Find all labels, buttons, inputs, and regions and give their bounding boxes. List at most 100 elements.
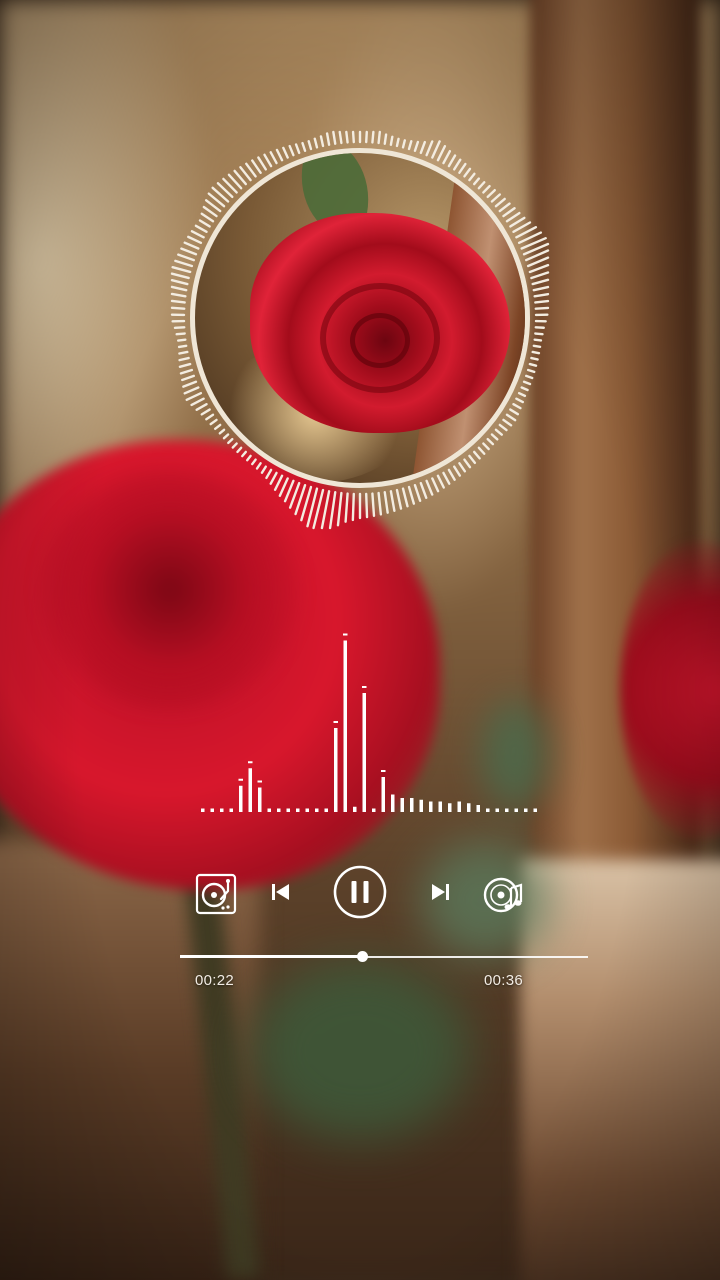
ring-bar [383,491,389,514]
spectrum-bar [467,803,471,812]
spectrum-bar [457,801,461,812]
spectrum-peak [333,721,338,723]
seek-bar[interactable] [180,950,588,964]
ring-bar [176,338,187,342]
ring-bar [389,490,396,512]
skip-next-icon [432,884,449,900]
ring-bar [419,481,428,499]
spectrum-bar [324,808,328,812]
play-pause-button[interactable] [332,864,388,920]
spectrum-bar [239,785,243,812]
music-disc-icon [483,877,523,913]
ring-bar [407,140,413,151]
ring-bar [200,408,211,416]
ring-bar [534,306,550,310]
ring-bar [532,285,550,292]
ring-bar [531,278,550,286]
spectrum-bar [391,794,395,812]
ring-bar [365,130,368,144]
ring-bar [389,135,394,146]
ring-bar [407,485,416,505]
ring-bar [278,477,289,497]
ring-bar [307,140,313,151]
ring-bar [533,292,550,298]
ring-bar [320,490,331,530]
ring-bar [170,272,190,280]
ring-bar [171,266,192,274]
spectrum-peak [362,686,367,688]
ring-bar [345,130,349,144]
spectrum-bar [476,805,480,812]
ring-bar [526,368,536,374]
skip-previous-icon [272,884,289,900]
ring-bar [200,212,215,223]
spectrum-bar [353,806,357,812]
spectrum-bar [362,693,366,812]
ring-bar [187,235,203,245]
turntable-icon [195,873,237,915]
ring-bar [401,139,407,149]
spectrum-bar [429,801,433,812]
spectrum-bar [438,801,442,812]
turntable-button[interactable] [195,873,237,915]
music-disc-button[interactable] [483,874,525,916]
spectrum-bar [210,808,214,812]
ring-bar [528,263,550,274]
spectrum-bar [514,808,518,812]
spectrum-bar [533,808,537,812]
ring-bar [530,271,550,280]
ring-bar [413,483,422,503]
ring-bar [365,492,369,519]
spectrum-bar [448,803,452,812]
ring-bar [251,159,262,174]
ring-bar [371,130,375,144]
ring-bar [202,205,218,218]
ring-bar [351,492,355,522]
ring-bar [371,492,376,518]
ring-bar [419,140,426,155]
ring-bar [425,140,434,157]
ring-bar [319,135,325,148]
ring-bar [194,224,208,233]
ring-bar [170,279,189,286]
ring-bar [178,362,192,369]
previous-button[interactable] [269,880,293,904]
ring-bar [179,368,194,375]
ring-bar [288,144,295,157]
ring-bar [530,356,539,361]
ring-bar [177,344,188,349]
ring-bar [170,299,186,304]
next-button[interactable] [428,880,452,904]
spectrum-peak [238,778,243,781]
ring-bar [377,130,382,145]
seek-bar-thumb[interactable] [357,951,369,962]
ring-bar [533,338,543,342]
ring-bar [401,487,409,508]
spectrum-visualizer [201,633,537,812]
ring-bar [383,133,388,145]
spectrum-bar [229,808,233,812]
album-disc [170,130,550,530]
ring-bar [183,241,200,250]
ring-bar [531,350,541,355]
spectrum-peak [248,761,253,764]
ring-bar [436,145,447,162]
playback-controls [195,862,530,922]
ring-bar [534,332,544,336]
ring-bar [328,491,337,530]
ring-bar [338,130,343,145]
ring-bar [442,149,452,165]
spectrum-bar [296,808,300,812]
ring-bar [332,130,337,145]
ring-bar [344,492,349,523]
ring-bar [170,306,186,310]
ring-bar [183,386,200,395]
ring-bar [185,391,203,402]
spectrum-bar [400,798,404,812]
ring-bar [294,143,301,155]
ring-bar [532,344,542,349]
ring-bar [336,491,343,527]
ring-bar [282,146,289,159]
spectrum-bar [381,777,385,812]
ring-bar [170,292,187,298]
